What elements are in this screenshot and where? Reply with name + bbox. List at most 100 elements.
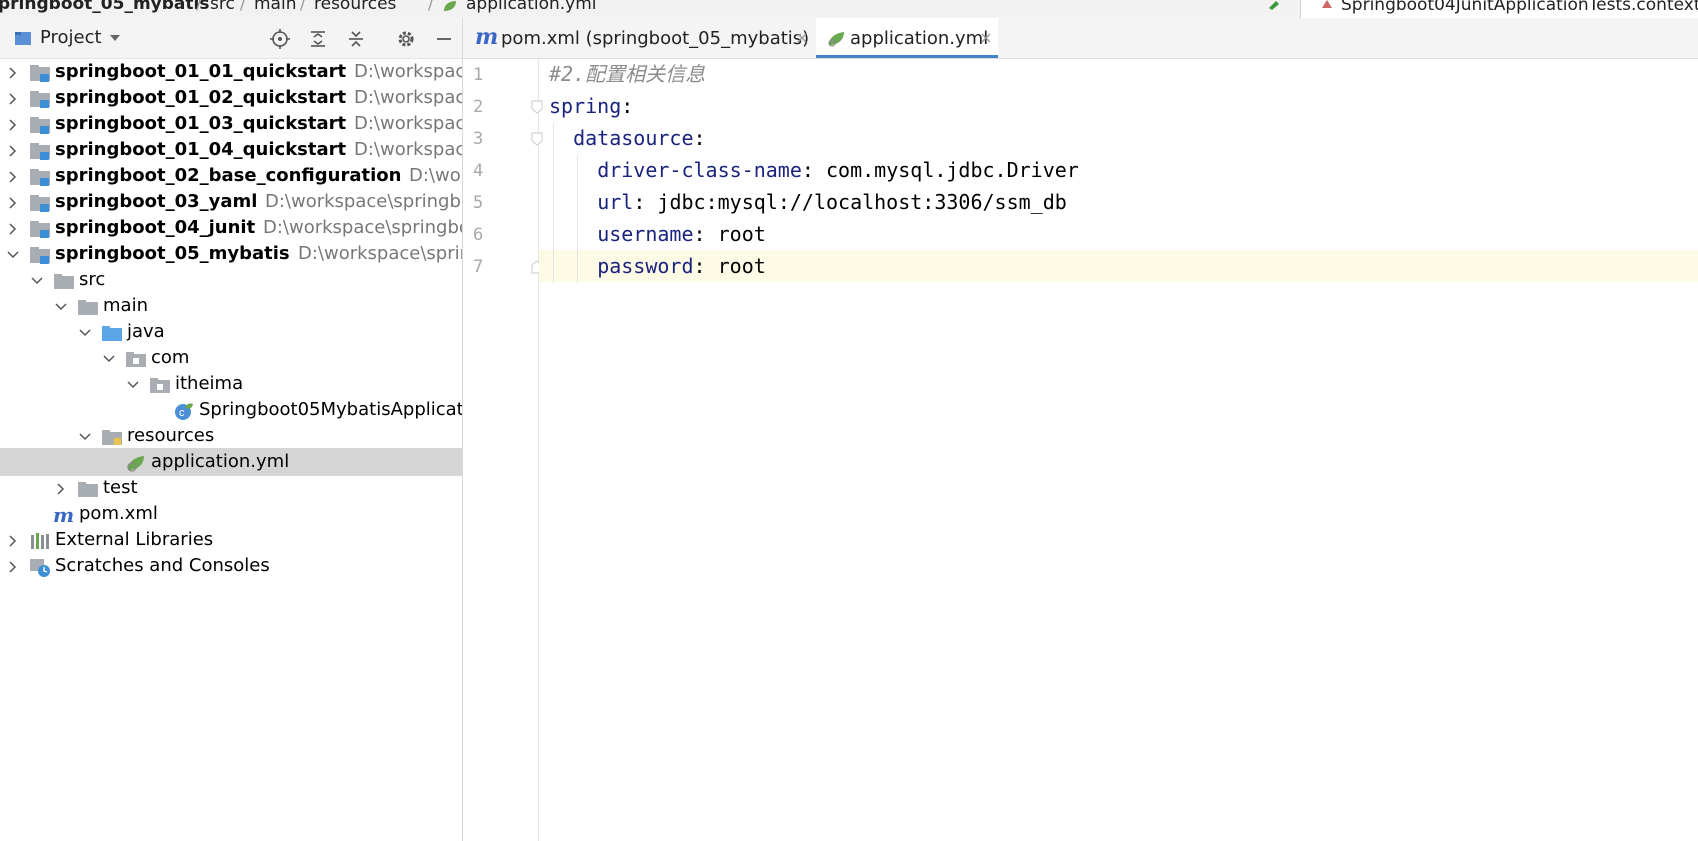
tree-item-label: resources — [127, 425, 215, 446]
yaml-file-icon — [444, 1, 456, 11]
tree-item-label: springboot_01_04_quickstart — [55, 139, 347, 160]
tree-item[interactable]: springboot_04_junit D:\workspace\springbo… — [0, 214, 462, 242]
breadcrumb-separator: / — [428, 0, 434, 14]
folder-icon — [78, 300, 98, 315]
tree-item[interactable]: src — [0, 266, 462, 294]
chevron-right-icon[interactable] — [54, 482, 68, 496]
minimize-icon[interactable] — [434, 29, 454, 49]
code-line[interactable]: spring: — [539, 90, 1698, 122]
code-line[interactable]: password: root — [539, 250, 1698, 282]
tab-label: application.yml — [850, 28, 989, 49]
tree-item-label: src — [79, 269, 106, 290]
chevron-down-icon[interactable] — [78, 326, 92, 340]
chevron-right-icon[interactable] — [6, 144, 20, 158]
tree-item[interactable]: springboot_01_03_quickstart D:\workspace\… — [0, 110, 462, 138]
yaml-separator: : — [621, 94, 634, 118]
locate-file-icon[interactable] — [270, 29, 290, 49]
tree-item-label: com — [151, 347, 190, 368]
collapse-all-icon[interactable] — [346, 29, 366, 49]
chevron-right-icon[interactable] — [6, 66, 20, 80]
yaml-value: jdbc:mysql://localhost:3306/ssm_db — [657, 190, 1067, 214]
line-number: 6 — [473, 225, 484, 245]
tree-item-label: test — [103, 477, 138, 498]
chevron-right-icon[interactable] — [6, 92, 20, 106]
module-folder-icon — [30, 221, 50, 238]
tree-item-label: springboot_01_03_quickstart — [55, 113, 347, 134]
tree-item[interactable]: test — [0, 474, 462, 502]
folder-icon — [54, 274, 74, 289]
tab-application-yml[interactable]: application.yml — [816, 18, 998, 58]
chevron-right-icon[interactable] — [6, 560, 20, 574]
expand-all-icon[interactable] — [308, 29, 328, 49]
tree-item-path: D:\workspace\s — [354, 139, 462, 160]
maven-icon: m — [53, 505, 74, 525]
resources-folder-icon — [102, 430, 122, 445]
chevron-right-icon[interactable] — [6, 196, 20, 210]
breadcrumb-separator: / — [240, 0, 246, 14]
tree-item-label: pom.xml — [79, 503, 158, 524]
code-line[interactable]: datasource: — [539, 122, 1698, 154]
tree-item[interactable]: com — [0, 344, 462, 372]
tree-item[interactable]: application.yml — [0, 448, 462, 476]
yaml-separator: : — [801, 158, 826, 182]
tree-item[interactable]: m pom.xml — [0, 500, 462, 528]
chevron-right-icon[interactable] — [6, 118, 20, 132]
gear-icon[interactable] — [396, 29, 416, 49]
chevron-down-icon[interactable] — [126, 378, 140, 392]
run-configuration-selector[interactable]: Springboot04JunitApplicationTests.contex… — [1300, 0, 1698, 18]
breadcrumb-item-main[interactable]: main — [254, 0, 296, 13]
line-number: 7 — [473, 257, 484, 277]
tree-item-label: Springboot05MybatisApplicat — [199, 399, 462, 420]
yaml-key: url — [597, 190, 634, 214]
run-configuration-label: Springboot04JunitApplicationTests.contex… — [1341, 0, 1698, 15]
code-line[interactable]: url: jdbc:mysql://localhost:3306/ssm_db — [539, 186, 1698, 218]
folder-icon — [78, 482, 98, 497]
chevron-right-icon[interactable] — [6, 222, 20, 236]
breadcrumb-item-resources[interactable]: resources — [314, 0, 396, 13]
code-line[interactable]: username: root — [539, 218, 1698, 250]
tree-item[interactable]: Scratches and Consoles — [0, 552, 462, 580]
tree-item[interactable]: springboot_05_mybatis D:\workspace\spring — [0, 240, 462, 268]
chevron-down-icon[interactable] — [102, 352, 116, 366]
close-icon[interactable] — [796, 32, 808, 44]
tree-item[interactable]: External Libraries — [0, 526, 462, 554]
tree-item[interactable]: springboot_01_02_quickstart D:\workspace\… — [0, 84, 462, 112]
tree-item[interactable]: main — [0, 292, 462, 320]
tree-item[interactable]: itheima — [0, 370, 462, 398]
yaml-key: datasource — [573, 126, 694, 150]
tree-item[interactable]: resources — [0, 422, 462, 450]
chevron-right-icon[interactable] — [6, 534, 20, 548]
tree-item[interactable]: springboot_01_01_quickstart D:\workspace\… — [0, 58, 462, 86]
indent-guide — [553, 123, 554, 283]
breadcrumb-item-project[interactable]: pringboot_05_mybatis — [0, 0, 209, 13]
tree-item[interactable]: java — [0, 318, 462, 346]
build-hammer-icon[interactable] — [1268, 0, 1280, 10]
chevron-down-icon[interactable] — [6, 248, 20, 262]
tree-item-label: main — [103, 295, 148, 316]
module-folder-icon — [30, 169, 50, 186]
project-panel-title[interactable]: Project — [40, 27, 102, 48]
chevron-down-icon[interactable] — [110, 35, 120, 41]
tree-item[interactable]: springboot_02_base_configuration D:\works… — [0, 162, 462, 190]
chevron-down-icon[interactable] — [78, 430, 92, 444]
tree-item[interactable]: c Springboot05MybatisApplicat — [0, 396, 462, 424]
close-icon[interactable] — [980, 32, 992, 44]
code-line[interactable]: driver-class-name: com.mysql.jdbc.Driver — [539, 154, 1698, 186]
yaml-separator: : — [693, 254, 718, 278]
breadcrumb-item-file[interactable]: application.yml — [466, 0, 597, 13]
code-line[interactable]: #2.配置相关信息 — [539, 58, 1698, 90]
code-editor[interactable]: #2.配置相关信息 spring: datasource: driver-class-… — [539, 59, 1698, 841]
breadcrumb-item-src[interactable]: src — [210, 0, 235, 13]
yaml-key: username — [597, 222, 694, 246]
chevron-right-icon[interactable] — [6, 170, 20, 184]
tree-item-path: D:\workspace\springboo — [263, 217, 462, 238]
tab-label: pom.xml (springboot_05_mybatis) — [501, 28, 810, 49]
module-folder-icon — [30, 195, 50, 212]
tab-pom-xml[interactable]: m pom.xml (springboot_05_mybatis) — [463, 18, 810, 58]
yaml-separator: : — [633, 190, 658, 214]
chevron-down-icon[interactable] — [54, 300, 68, 314]
tree-item[interactable]: springboot_01_04_quickstart D:\workspace\… — [0, 136, 462, 164]
tree-item-label: springboot_03_yaml — [55, 191, 258, 212]
tree-item[interactable]: springboot_03_yaml D:\workspace\springboo — [0, 188, 462, 216]
chevron-down-icon[interactable] — [30, 274, 44, 288]
